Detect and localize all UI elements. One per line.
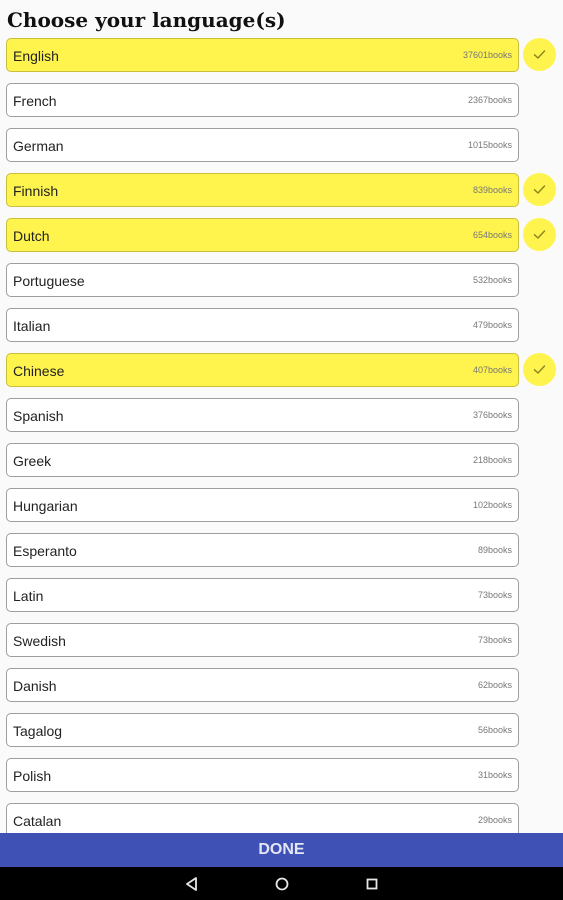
language-item-german[interactable]: German 1015books [6, 128, 519, 162]
book-count: 2367books [467, 95, 512, 105]
home-circle-icon[interactable] [273, 875, 291, 893]
book-count: 62books [477, 680, 512, 690]
language-row: Swedish 73books [6, 623, 556, 657]
language-item-portuguese[interactable]: Portuguese 532books [6, 263, 519, 297]
book-count: 479books [472, 320, 512, 330]
system-navigation-bar [0, 867, 563, 900]
language-list[interactable]: English 37601books French 2367books German 10… [0, 38, 563, 833]
book-count: 73books [477, 635, 512, 645]
book-count: 376books [472, 410, 512, 420]
language-row: Dutch 654books [6, 218, 556, 252]
language-name: Latin [13, 588, 44, 604]
check-icon[interactable] [523, 353, 556, 386]
done-button[interactable]: DONE [0, 833, 563, 867]
book-count: 37601books [462, 50, 512, 60]
language-name: Swedish [13, 633, 66, 649]
page-title: Choose your language(s) [7, 8, 286, 32]
language-name: Esperanto [13, 543, 77, 559]
recents-square-icon[interactable] [363, 875, 381, 893]
language-name: Chinese [13, 363, 65, 379]
language-row: Italian 479books [6, 308, 556, 342]
book-count: 839books [472, 185, 512, 195]
check-icon[interactable] [523, 218, 556, 251]
language-name: Italian [13, 318, 51, 334]
language-name: Greek [13, 453, 52, 469]
language-name: Portuguese [13, 273, 85, 289]
back-triangle-icon[interactable] [183, 875, 201, 893]
language-row: French 2367books [6, 83, 556, 117]
language-item-esperanto[interactable]: Esperanto 89books [6, 533, 519, 567]
book-count: 102books [472, 500, 512, 510]
language-row: Latin 73books [6, 578, 556, 612]
language-row: English 37601books [6, 38, 556, 72]
book-count: 89books [477, 545, 512, 555]
language-name: Tagalog [13, 723, 63, 739]
language-item-polish[interactable]: Polish 31books [6, 758, 519, 792]
language-name: Dutch [13, 228, 50, 244]
language-name: Polish [13, 768, 52, 784]
check-icon[interactable] [523, 38, 556, 71]
language-name: Spanish [13, 408, 64, 424]
language-item-swedish[interactable]: Swedish 73books [6, 623, 519, 657]
language-item-chinese[interactable]: Chinese 407books [6, 353, 519, 387]
language-row: Greek 218books [6, 443, 556, 477]
language-row: German 1015books [6, 128, 556, 162]
language-row: Polish 31books [6, 758, 556, 792]
language-row: Danish 62books [6, 668, 556, 702]
book-count: 31books [477, 770, 512, 780]
language-row: Tagalog 56books [6, 713, 556, 747]
language-row: Finnish 839books [6, 173, 556, 207]
language-item-english[interactable]: English 37601books [6, 38, 519, 72]
language-row: Chinese 407books [6, 353, 556, 387]
language-item-italian[interactable]: Italian 479books [6, 308, 519, 342]
language-item-hungarian[interactable]: Hungarian 102books [6, 488, 519, 522]
language-item-spanish[interactable]: Spanish 376books [6, 398, 519, 432]
language-item-dutch[interactable]: Dutch 654books [6, 218, 519, 252]
language-item-danish[interactable]: Danish 62books [6, 668, 519, 702]
language-item-french[interactable]: French 2367books [6, 83, 519, 117]
language-item-tagalog[interactable]: Tagalog 56books [6, 713, 519, 747]
check-icon[interactable] [523, 173, 556, 206]
language-name: Finnish [13, 183, 59, 199]
book-count: 407books [472, 365, 512, 375]
language-name: French [13, 93, 57, 109]
language-item-latin[interactable]: Latin 73books [6, 578, 519, 612]
book-count: 532books [472, 275, 512, 285]
language-item-catalan[interactable]: Catalan 29books [6, 803, 519, 833]
language-name: Hungarian [13, 498, 78, 514]
book-count: 218books [472, 455, 512, 465]
language-row: Catalan 29books [6, 803, 556, 833]
language-row: Hungarian 102books [6, 488, 556, 522]
book-count: 56books [477, 725, 512, 735]
language-row: Portuguese 532books [6, 263, 556, 297]
book-count: 73books [477, 590, 512, 600]
language-item-finnish[interactable]: Finnish 839books [6, 173, 519, 207]
language-row: Spanish 376books [6, 398, 556, 432]
language-name: Danish [13, 678, 57, 694]
language-name: English [13, 48, 59, 64]
language-name: German [13, 138, 64, 154]
language-row: Esperanto 89books [6, 533, 556, 567]
book-count: 29books [477, 815, 512, 825]
language-name: Catalan [13, 813, 62, 829]
book-count: 654books [472, 230, 512, 240]
language-item-greek[interactable]: Greek 218books [6, 443, 519, 477]
book-count: 1015books [467, 140, 512, 150]
